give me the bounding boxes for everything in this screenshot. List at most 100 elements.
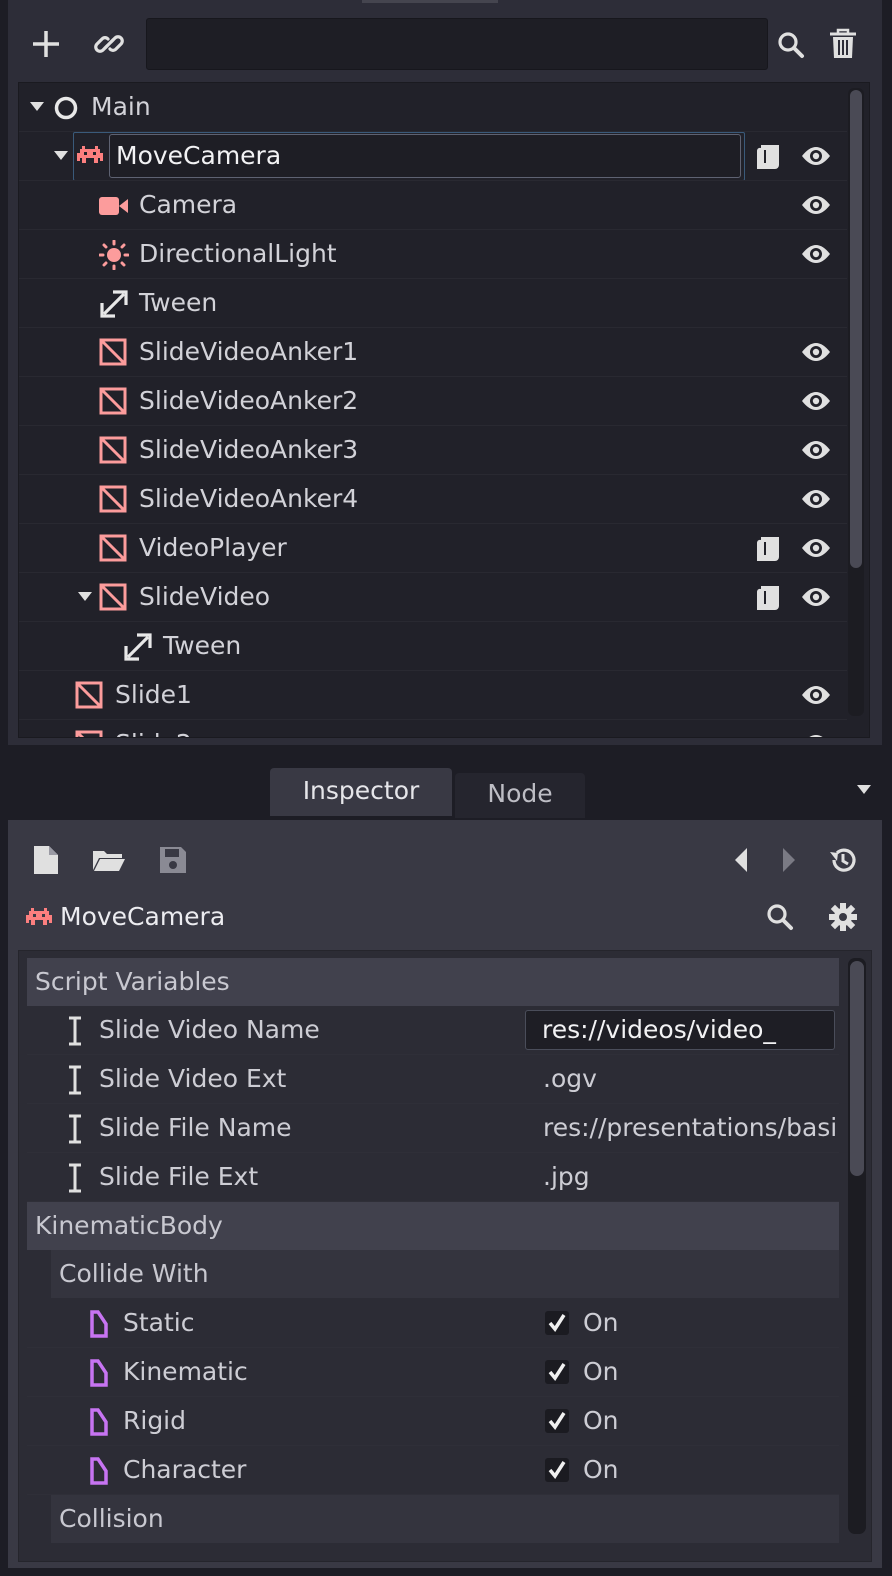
visibility-eye-icon[interactable] — [801, 340, 831, 364]
control-node-icon — [99, 338, 127, 366]
search-icon[interactable] — [765, 902, 795, 932]
gear-icon[interactable] — [828, 902, 858, 932]
property-label: Kinematic — [123, 1357, 248, 1386]
tree-row-slidevideoanker4[interactable]: SlideVideoAnker4 — [19, 475, 847, 524]
tree-row-movecamera[interactable]: MoveCamera — [19, 132, 847, 181]
visibility-eye-icon[interactable] — [801, 438, 831, 462]
section-script-variables[interactable]: Script Variables — [27, 958, 839, 1006]
dock-splitter-grip[interactable] — [362, 0, 498, 3]
checkbox-label[interactable]: On — [583, 1357, 619, 1386]
tree-row-tween-child[interactable]: Tween — [19, 622, 847, 671]
tree-row-directionallight[interactable]: DirectionalLight — [19, 230, 847, 279]
tree-row-camera[interactable]: Camera — [19, 181, 847, 230]
new-resource-icon[interactable] — [33, 845, 59, 875]
checkbox[interactable] — [545, 1311, 569, 1335]
tree-row-label: Slide2 — [115, 729, 192, 737]
section-label: Script Variables — [35, 967, 230, 996]
property-label: Slide File Ext — [99, 1162, 259, 1191]
property-value[interactable]: .jpg — [543, 1162, 590, 1191]
tree-row-tween[interactable]: Tween — [19, 279, 847, 328]
checkbox-label[interactable]: On — [583, 1406, 619, 1435]
string-type-icon — [67, 1163, 83, 1193]
tree-row-slide2[interactable]: Slide2 — [19, 720, 847, 737]
tree-row-main[interactable]: Main — [19, 83, 847, 132]
subsection-collision[interactable]: Collision — [51, 1495, 839, 1543]
tree-row-label: SlideVideoAnker3 — [139, 435, 359, 464]
visibility-eye-icon[interactable] — [801, 487, 831, 511]
tree-row-slidevideoanker3[interactable]: SlideVideoAnker3 — [19, 426, 847, 475]
forward-icon[interactable] — [780, 846, 798, 874]
kinematic-body-icon — [26, 906, 52, 928]
scene-tree[interactable]: Main MoveCamera Camera DirectionalLight … — [18, 82, 870, 738]
add-node-button[interactable] — [30, 28, 62, 60]
property-label: Rigid — [123, 1406, 187, 1435]
property-collide-character[interactable]: Character On — [27, 1446, 839, 1495]
rename-input-text: MoveCamera — [116, 141, 282, 170]
back-icon[interactable] — [732, 846, 750, 874]
node-circle-icon — [53, 95, 79, 121]
link-icon — [94, 35, 124, 53]
collapse-arrow-icon[interactable] — [29, 101, 45, 113]
property-collide-kinematic[interactable]: Kinematic On — [27, 1348, 839, 1397]
tree-scrollbar-thumb[interactable] — [850, 90, 862, 568]
visibility-eye-icon[interactable] — [801, 732, 831, 737]
tree-row-videoplayer[interactable]: VideoPlayer — [19, 524, 847, 573]
tree-row-label: Camera — [139, 190, 238, 219]
checkbox[interactable] — [545, 1409, 569, 1433]
tree-row-slidevideoanker2[interactable]: SlideVideoAnker2 — [19, 377, 847, 426]
visibility-eye-icon[interactable] — [801, 193, 831, 217]
inspector-scrollbar-thumb[interactable] — [850, 961, 864, 1176]
script-icon[interactable] — [753, 535, 783, 563]
tree-row-slide1[interactable]: Slide1 — [19, 671, 847, 720]
property-slide-video-ext[interactable]: Slide Video Ext .ogv — [27, 1055, 839, 1104]
plus-icon — [33, 31, 59, 57]
section-kinematicbody[interactable]: KinematicBody — [27, 1202, 839, 1250]
tab-node[interactable]: Node — [455, 773, 585, 818]
property-slide-file-ext[interactable]: Slide File Ext .jpg — [27, 1153, 839, 1202]
search-icon[interactable] — [776, 30, 806, 60]
property-value[interactable]: res://presentations/basi — [543, 1113, 839, 1142]
rename-node-input[interactable]: MoveCamera — [109, 134, 741, 178]
script-icon[interactable] — [753, 143, 783, 171]
collapse-arrow-icon[interactable] — [77, 591, 93, 603]
property-collide-rigid[interactable]: Rigid On — [27, 1397, 839, 1446]
collapse-arrow-icon[interactable] — [53, 150, 69, 162]
visibility-eye-icon[interactable] — [801, 242, 831, 266]
instance-scene-button[interactable] — [93, 28, 125, 60]
visibility-eye-icon[interactable] — [801, 585, 831, 609]
property-value[interactable]: .ogv — [543, 1064, 597, 1093]
history-icon[interactable] — [828, 845, 858, 875]
string-type-icon — [67, 1016, 83, 1046]
property-slide-file-name[interactable]: Slide File Name res://presentations/basi — [27, 1104, 839, 1153]
subsection-collide-with[interactable]: Collide With — [51, 1250, 839, 1298]
tab-inspector[interactable]: Inspector — [270, 768, 452, 816]
checkbox-label[interactable]: On — [583, 1455, 619, 1484]
tree-row-label: Main — [91, 92, 151, 121]
checkbox[interactable] — [545, 1360, 569, 1384]
light-icon — [99, 240, 129, 270]
save-icon[interactable] — [158, 845, 188, 875]
script-icon[interactable] — [753, 584, 783, 612]
open-folder-icon[interactable] — [92, 848, 126, 872]
tree-row-slidevideo[interactable]: SlideVideo — [19, 573, 847, 622]
bool-type-icon — [89, 1408, 109, 1436]
tree-row-label: Tween — [139, 288, 218, 317]
control-node-icon — [75, 681, 103, 709]
visibility-eye-icon[interactable] — [801, 536, 831, 560]
property-collide-static[interactable]: Static On — [27, 1299, 839, 1348]
visibility-eye-icon[interactable] — [801, 683, 831, 707]
checkbox-label[interactable]: On — [583, 1308, 619, 1337]
slide-video-name-input[interactable]: res://videos/video_ — [525, 1010, 835, 1050]
subsection-label: Collision — [59, 1504, 164, 1533]
node-filter-input[interactable] — [146, 18, 768, 70]
visibility-eye-icon[interactable] — [801, 389, 831, 413]
visibility-eye-icon[interactable] — [801, 144, 831, 168]
subsection-label: Collide With — [59, 1259, 209, 1288]
kinematic-body-icon — [77, 144, 103, 166]
checkbox[interactable] — [545, 1458, 569, 1482]
tree-row-slidevideoanker1[interactable]: SlideVideoAnker1 — [19, 328, 847, 377]
dock-menu-arrow-icon[interactable] — [856, 784, 872, 796]
control-node-icon — [99, 534, 127, 562]
trash-icon[interactable] — [828, 28, 858, 60]
tree-row-label: SlideVideo — [139, 582, 271, 611]
